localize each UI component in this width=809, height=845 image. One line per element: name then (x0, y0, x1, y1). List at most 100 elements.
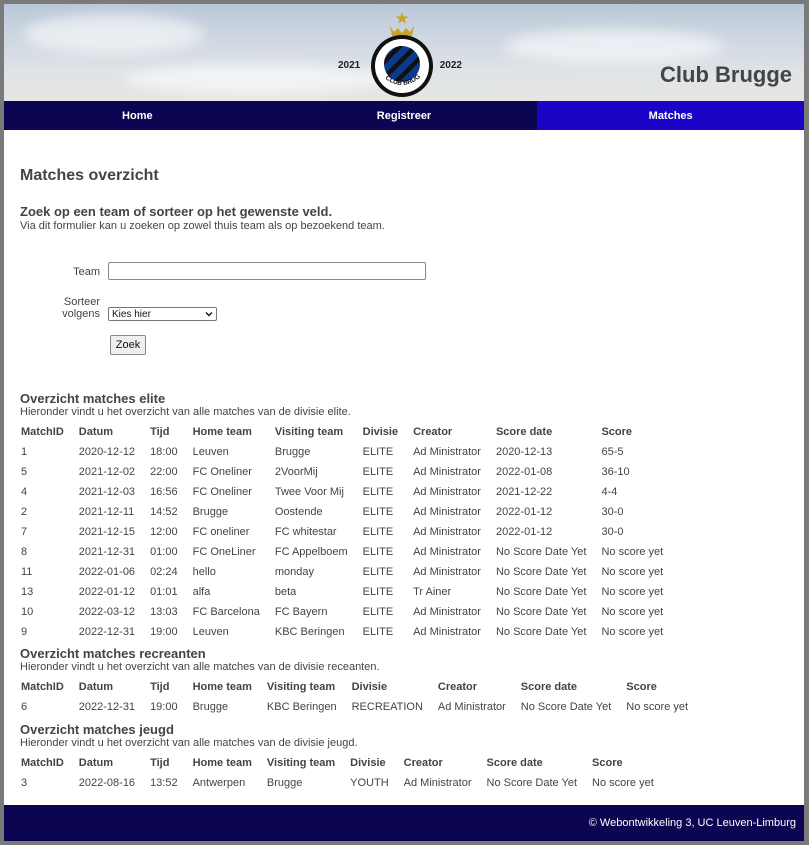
cell-division: ELITE (362, 466, 394, 478)
cell-creator: Ad Ministrator (413, 486, 481, 498)
cell-match-id: 3 (21, 777, 28, 789)
cell-visiting-team: Brugge (266, 777, 303, 789)
main-content: Matches overzicht Zoek op een team of so… (20, 130, 790, 789)
cell-date: 2021-12-02 (78, 466, 136, 478)
cell-division: ELITE (362, 526, 394, 538)
nav-home[interactable]: Home (4, 101, 271, 130)
cell-score: 30-0 (601, 506, 624, 518)
cell-score-date: 2022-01-12 (495, 526, 553, 538)
column-header-score: Score (592, 757, 623, 769)
column-header-creator: Creator (413, 426, 453, 438)
cell-score: 65-5 (601, 446, 624, 458)
cell-score-date: 2020-12-13 (495, 446, 553, 458)
column-header-date: Datum (78, 681, 114, 693)
cell-home-team: Brugge (192, 506, 229, 518)
cell-date: 2021-12-11 (78, 506, 135, 518)
cell-time: 12:00 (150, 526, 178, 538)
club-logo[interactable]: 2021 2022 CLUB BRUGGE (338, 8, 468, 100)
column-header-creator: Creator (403, 757, 443, 769)
recreanten-section-title: Overzicht matches recreanten (20, 646, 206, 661)
cell-time: 16:56 (150, 486, 178, 498)
cell-division: YOUTH (350, 777, 389, 789)
cell-match-id: 5 (21, 466, 28, 478)
cell-score: 30-0 (601, 526, 624, 538)
column-header-visiting-team: Visiting team (274, 426, 344, 438)
cell-date: 2021-12-03 (78, 486, 136, 498)
logo-text-arc: CLUB BRUGGE K.V. (338, 8, 422, 87)
table-row: 13 2022-01-12 01:01 alfa beta ELITE Tr Ainer No… (20, 582, 677, 602)
cell-creator: Ad Ministrator (413, 606, 481, 618)
cell-score-date: No Score Date Yet (495, 546, 587, 558)
cell-date: 2021-12-15 (78, 526, 136, 538)
cell-home-team: alfa (192, 586, 211, 598)
cell-division: ELITE (362, 626, 394, 638)
column-header-date: Datum (78, 426, 114, 438)
column-header-time: Tijd (150, 757, 170, 769)
cell-creator: Ad Ministrator (413, 446, 481, 458)
elite-matches-table: MatchID Datum Tijd Home team Visiting team Di… (20, 422, 677, 642)
nav-register[interactable]: Registreer (271, 101, 538, 130)
cell-visiting-team: Brugge (274, 446, 311, 458)
column-header-score-date: Score date (495, 426, 553, 438)
cell-division: ELITE (362, 486, 394, 498)
cell-creator: Ad Ministrator (413, 566, 481, 578)
cell-creator: Tr Ainer (413, 586, 452, 598)
cell-score: No score yet (601, 586, 664, 598)
cell-division: ELITE (362, 586, 394, 598)
column-header-division: Divisie (350, 757, 386, 769)
table-row: 3 2022-08-16 13:52 Antwerpen Brugge YOUTH Ad M… (20, 773, 668, 793)
recreanten-section-subtitle: Hieronder vindt u het overzicht van alle… (20, 661, 380, 673)
table-header-row: MatchID Datum Tijd Home team Visiting team Di… (20, 422, 677, 442)
cell-home-team: FC oneliner (192, 526, 250, 538)
cell-division: ELITE (362, 606, 394, 618)
page-frame: 2021 2022 CLUB BRUGGE (4, 4, 804, 841)
cell-time: 01:00 (150, 546, 178, 558)
column-header-match-id: MatchID (21, 757, 64, 769)
banner-cloud (504, 29, 724, 64)
column-header-score: Score (626, 681, 657, 693)
zoek-button[interactable]: Zoek (110, 335, 146, 355)
cell-score: No score yet (626, 701, 689, 713)
team-label: Team (73, 266, 100, 278)
cell-time: 18:00 (150, 446, 178, 458)
nav-matches[interactable]: Matches (537, 101, 804, 130)
cell-creator: Ad Ministrator (403, 777, 472, 789)
column-header-home-team: Home team (192, 681, 252, 693)
cell-score: No score yet (601, 566, 664, 578)
cell-score-date: 2021-12-22 (495, 486, 553, 498)
cell-creator: Ad Ministrator (413, 526, 481, 538)
cell-visiting-team: FC whitestar (274, 526, 337, 538)
cell-match-id: 11 (21, 566, 33, 578)
sort-select[interactable]: Kies hier (108, 307, 217, 321)
cell-creator: Ad Ministrator (437, 701, 506, 713)
cell-match-id: 7 (21, 526, 28, 538)
team-input[interactable] (108, 262, 426, 280)
cell-time: 19:00 (150, 701, 178, 713)
cell-match-id: 2 (21, 506, 28, 518)
cell-time: 22:00 (150, 466, 178, 478)
cell-score-date: 2022-01-12 (495, 506, 553, 518)
cell-creator: Ad Ministrator (413, 626, 481, 638)
cell-match-id: 1 (21, 446, 28, 458)
elite-section-subtitle: Hieronder vindt u het overzicht van alle… (20, 406, 351, 418)
cell-home-team: FC Oneliner (192, 466, 252, 478)
elite-section-title: Overzicht matches elite (20, 391, 166, 406)
column-header-time: Tijd (150, 426, 170, 438)
table-header-row: MatchID Datum Tijd Home team Visiting team Di… (20, 753, 668, 773)
column-header-date: Datum (78, 757, 114, 769)
table-row: 10 2022-03-12 13:03 FC Barcelona FC Bayern EL… (20, 602, 677, 622)
column-header-home-team: Home team (192, 757, 252, 769)
banner-cloud (24, 14, 204, 54)
cell-score-date: No Score Date Yet (486, 777, 578, 789)
cell-visiting-team: beta (274, 586, 297, 598)
jeugd-section-title: Overzicht matches jeugd (20, 722, 174, 737)
cell-score-date: No Score Date Yet (520, 701, 612, 713)
cell-division: ELITE (362, 566, 394, 578)
cell-score-date: No Score Date Yet (495, 586, 587, 598)
jeugd-section-subtitle: Hieronder vindt u het overzicht van alle… (20, 737, 358, 749)
column-header-division: Divisie (351, 681, 388, 693)
cell-time: 02:24 (150, 566, 178, 578)
cell-home-team: Leuven (192, 626, 229, 638)
footer: © Webontwikkeling 3, UC Leuven-Limburg (4, 805, 804, 841)
cell-date: 2022-01-12 (78, 586, 136, 598)
